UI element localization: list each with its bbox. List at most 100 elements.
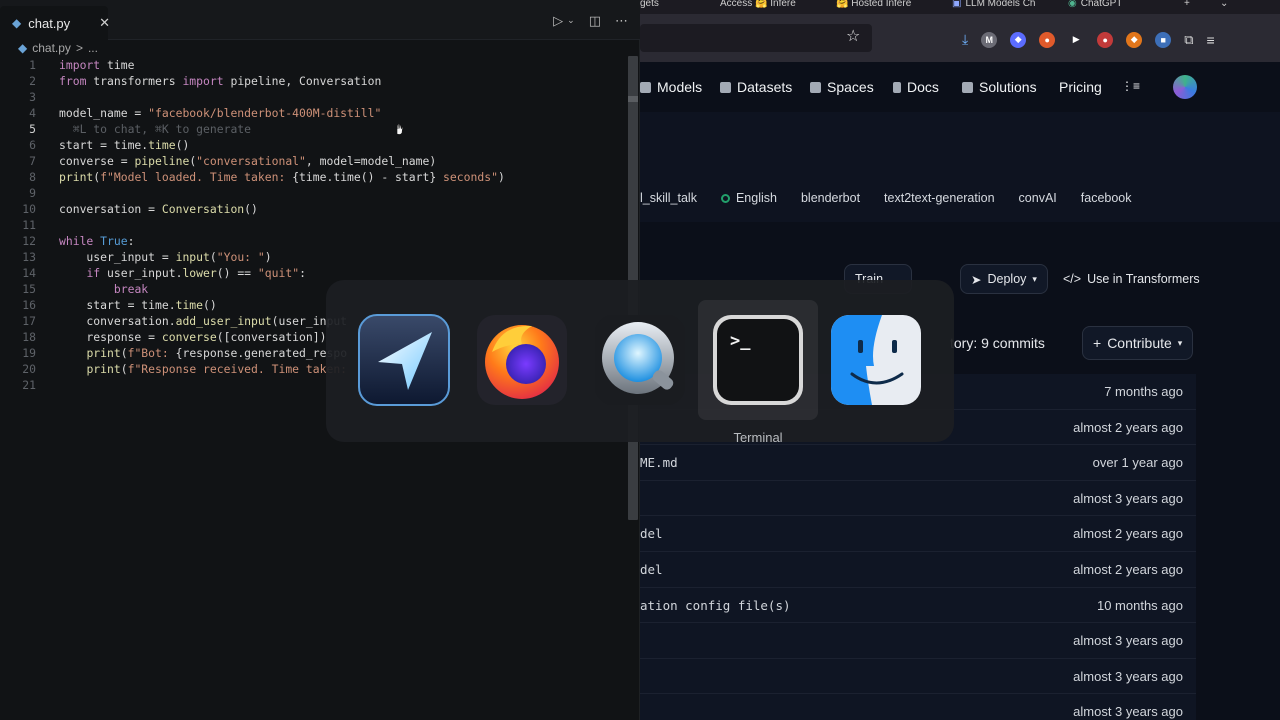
nav-pricing[interactable]: Pricing (1059, 79, 1102, 95)
solutions-icon (962, 81, 973, 93)
code-line[interactable]: 10 conversation = Conversation() (0, 201, 628, 217)
chevron-down-icon: ▾ (1032, 273, 1037, 284)
address-bar[interactable] (640, 24, 872, 52)
code-line[interactable]: 4 model_name = "facebook/blenderbot-400M-… (0, 105, 628, 121)
app-arrow[interactable] (344, 300, 464, 420)
use-in-transformers-button[interactable]: </> Use in Transformers (1053, 264, 1210, 294)
browser-tab[interactable]: gets (640, 0, 659, 9)
bookmark-star-icon[interactable]: ☆ (846, 26, 860, 46)
code-line[interactable]: 7 converse = pipeline("conversational", m… (0, 153, 628, 169)
file-row[interactable]: ation config file(s) 10 months ago (640, 587, 1196, 624)
app-firefox[interactable] (462, 300, 582, 420)
nav-label: Spaces (827, 79, 874, 95)
code-token: {time.time() - start} (292, 170, 437, 184)
file-row[interactable]: almost 3 years ago (640, 694, 1196, 720)
extension-m-icon[interactable]: M (981, 31, 998, 48)
code-token: if (86, 266, 101, 280)
nav-docs[interactable]: Docs (893, 79, 939, 95)
more-actions-icon[interactable]: ⋯ (615, 13, 628, 29)
tag-text2text[interactable]: text2text-generation (876, 186, 1003, 210)
code-line[interactable]: 5 ⌘L to chat, ⌘K to generate (0, 121, 628, 137)
code-line[interactable]: 6 start = time.time() (0, 137, 628, 153)
nav-label: Docs (907, 79, 939, 95)
tag-skill-talk[interactable]: l_skill_talk (640, 186, 705, 210)
code-line[interactable]: 11 (0, 217, 628, 233)
breadcrumb-file[interactable]: chat.py (32, 41, 71, 55)
code-token: import (59, 58, 101, 72)
code-token: : (299, 266, 306, 280)
browser-tab[interactable]: Access 🤗 Infere (720, 0, 796, 9)
code-line[interactable]: 1 import time (0, 57, 628, 73)
code-token: ( (209, 250, 217, 264)
file-row[interactable]: almost 3 years ago (640, 480, 1196, 517)
breadcrumb-rest[interactable]: ... (88, 41, 98, 55)
app-quicktime[interactable] (580, 300, 700, 420)
code-line[interactable]: 9 (0, 185, 628, 201)
nav-solutions[interactable]: Solutions (962, 79, 1037, 95)
file-date: almost 2 years ago (1073, 526, 1183, 542)
app-finder[interactable] (816, 300, 936, 420)
code-token: ) (497, 170, 505, 184)
code-line[interactable]: 12 while True: (0, 233, 628, 249)
file-date: 10 months ago (1096, 597, 1183, 613)
file-row[interactable]: del almost 2 years ago (640, 516, 1196, 552)
browser-tab[interactable]: ▣ LLM Models Ch (952, 0, 1035, 9)
avatar[interactable] (1173, 75, 1197, 99)
extensions-puzzle-icon[interactable]: ⧉ (1184, 32, 1193, 48)
code-line[interactable]: 2 from transformers import pipeline, Conv… (0, 73, 628, 89)
nav-models[interactable]: Models (640, 79, 702, 95)
tab-chat-py[interactable]: ◆ chat.py ✕ (0, 6, 110, 40)
download-icon[interactable]: ⤓ (962, 31, 968, 48)
code-token: f"Bot: (127, 346, 176, 360)
code-text: start = time.time() (59, 297, 216, 313)
app-terminal[interactable]: >_ (698, 300, 818, 420)
tag-label: text2text-generation (884, 191, 995, 205)
code-token: add_user_input (175, 314, 272, 328)
tag-facebook[interactable]: facebook (1073, 186, 1140, 210)
python-file-icon: ◆ (18, 41, 28, 55)
extension-play-icon[interactable]: ▶ (1068, 32, 1084, 48)
extension-blue-icon[interactable]: ■ (1155, 31, 1172, 48)
nav-more-menu[interactable]: ⋮≡ (1121, 79, 1140, 93)
chevron-down-icon[interactable]: ⌄ (567, 15, 575, 29)
close-tab-icon[interactable]: ✕ (99, 15, 110, 31)
code-token: time (148, 138, 176, 152)
contribute-button[interactable]: + Contribute ▾ (1082, 326, 1194, 360)
file-row[interactable]: ME.md over 1 year ago (640, 445, 1196, 481)
extension-shield-icon[interactable]: ◆ (1010, 31, 1027, 48)
file-row[interactable]: almost 3 years ago (640, 658, 1196, 695)
code-token: conversation. (59, 314, 176, 328)
file-row[interactable]: del almost 2 years ago (640, 551, 1196, 588)
code-line[interactable]: 14 if user_input.lower() == "quit": (0, 265, 628, 281)
tab-list-button[interactable]: ⌄ (1220, 0, 1228, 9)
app-menu-icon[interactable]: ≡ (1207, 32, 1215, 48)
deploy-button[interactable]: ➤ Deploy ▾ (960, 264, 1048, 294)
nav-spaces[interactable]: Spaces (810, 79, 874, 95)
new-tab-button[interactable]: + (1184, 0, 1190, 9)
code-line[interactable]: 13 user_input = input("You: ") (0, 249, 628, 265)
nav-datasets[interactable]: Datasets (720, 79, 792, 95)
code-token: time (100, 58, 135, 72)
browser-tab[interactable]: 🤗 Hosted Infere (836, 0, 911, 9)
run-icon[interactable]: ▷ (553, 13, 563, 29)
extension-orange-icon[interactable]: ● (1039, 31, 1056, 48)
browser-tab[interactable]: ◉ ChatGPT (1068, 0, 1122, 9)
metamask-fox-icon[interactable]: ◆ (1126, 31, 1143, 48)
tag-blenderbot[interactable]: blenderbot (793, 186, 868, 210)
extension-red-icon[interactable]: ● (1097, 31, 1114, 48)
tag-language[interactable]: English (713, 186, 785, 210)
tag-convai[interactable]: convAI (1011, 186, 1065, 210)
split-editor-icon[interactable]: ◫ (589, 13, 601, 29)
history-link[interactable]: tory: 9 commits (940, 326, 1055, 360)
code-text: start = time.time() (59, 137, 189, 153)
code-token: ( (120, 346, 128, 360)
code-text: print(f"Model loaded. Time taken: {time.… (59, 169, 505, 185)
code-line[interactable]: 3 (0, 89, 628, 105)
line-number: 6 (29, 138, 36, 152)
file-row[interactable]: almost 3 years ago (640, 623, 1196, 659)
code-token: "quit" (257, 266, 300, 280)
file-commit-message: ation config file(s) (640, 597, 791, 613)
code-line[interactable]: 8 print(f"Model loaded. Time taken: {time… (0, 169, 628, 185)
code-text: converse = pipeline("conversational", mo… (59, 153, 436, 169)
code-token: Conversation (161, 202, 245, 216)
